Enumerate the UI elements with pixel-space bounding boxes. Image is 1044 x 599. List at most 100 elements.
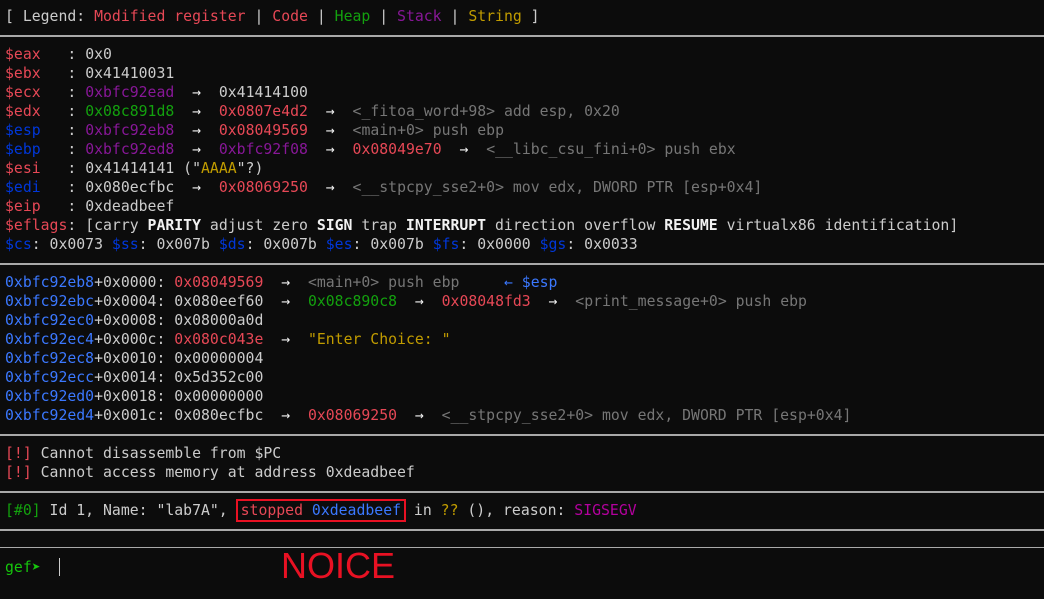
deref-arrow-icon: → bbox=[325, 103, 335, 120]
deref-arrow-icon: → bbox=[192, 141, 202, 158]
segment-value: : 0x0033 bbox=[566, 236, 638, 253]
symbol-annotation: <__stpcpy_sse2+0> mov edx, DWORD PTR [es… bbox=[441, 407, 852, 424]
stack-address: 0xbfc92ec0 bbox=[5, 312, 95, 329]
deref-arrow-icon: → bbox=[325, 122, 335, 139]
error-message: Cannot access memory at address 0xdeadbe… bbox=[31, 464, 415, 481]
legend-close: ] bbox=[521, 8, 540, 25]
deref-arrow-icon: → bbox=[281, 274, 291, 291]
segment-value: : 0x007b bbox=[245, 236, 326, 253]
register-value: 0x41414141 (" bbox=[85, 160, 201, 177]
terminal-window[interactable]: [ Legend: Modified register | Code | Hea… bbox=[0, 0, 1044, 599]
stack-row: 0xbfc92eb8+0x0000: 0x08049569 → <main+0>… bbox=[5, 273, 557, 292]
register-colon: : bbox=[40, 65, 86, 82]
legend-heap: Heap bbox=[334, 8, 371, 25]
thread-function: ?? bbox=[440, 502, 459, 519]
stack-value: 0x00000000 bbox=[174, 388, 264, 405]
thread-reason-label: (), reason: bbox=[458, 502, 575, 519]
register-ebx: $ebx : 0x41410031 bbox=[5, 64, 174, 83]
legend-modified-register: Modified register bbox=[94, 8, 246, 25]
stack-row: 0xbfc92ec0+0x0008: 0x08000a0d bbox=[5, 311, 263, 330]
register-name: $ecx bbox=[5, 84, 41, 101]
eflags-text: [carry bbox=[85, 217, 148, 234]
segment-value: : 0x007b bbox=[352, 236, 433, 253]
register-edi: $edi : 0x080ecfbc → 0x08069250 → <__stpc… bbox=[5, 178, 762, 197]
highlight-box: stopped 0xdeadbeef bbox=[235, 499, 407, 522]
segment-name: $cs bbox=[5, 236, 32, 253]
register-edx: $edx : 0x08c891d8 → 0x0807e4d2 → <_fitoa… bbox=[5, 102, 620, 121]
deref-arrow-icon: → bbox=[192, 103, 202, 120]
stack-address: 0xbfc92eb8 bbox=[5, 274, 95, 291]
stack-value: 0x08049569 bbox=[174, 274, 264, 291]
left-arrow-icon: ← bbox=[503, 274, 513, 291]
text-cursor[interactable] bbox=[59, 558, 60, 576]
section-divider bbox=[0, 491, 1044, 493]
register-name: $eip bbox=[5, 198, 41, 215]
register-eflags: $eflags: [carry PARITY adjust zero SIGN … bbox=[5, 216, 958, 235]
segment-value: : 0x007b bbox=[138, 236, 219, 253]
deref-arrow-icon: → bbox=[414, 407, 424, 424]
stack-row: 0xbfc92ed0+0x0018: 0x00000000 bbox=[5, 387, 263, 406]
stack-address: 0xbfc92ebc bbox=[5, 293, 95, 310]
stack-offset: +0x0004: bbox=[94, 293, 175, 310]
register-name: $esi bbox=[5, 160, 41, 177]
stack-row: 0xbfc92ed4+0x001c: 0x080ecfbc → 0x080692… bbox=[5, 406, 851, 425]
section-divider bbox=[0, 529, 1044, 531]
deref-arrow-icon: → bbox=[548, 293, 558, 310]
segment-name: $gs bbox=[539, 236, 567, 253]
error-tag: [!] bbox=[5, 464, 32, 481]
register-value: 0xbfc92ead bbox=[85, 84, 175, 101]
segment-name: $ds bbox=[218, 236, 246, 253]
deref-value: 0x08049569 bbox=[218, 122, 308, 139]
thread-in: in bbox=[405, 502, 441, 519]
deref-arrow-icon: → bbox=[459, 141, 469, 158]
stack-address: 0xbfc92ed0 bbox=[5, 388, 95, 405]
register-value: 0x0 bbox=[85, 46, 112, 63]
legend-sep: | bbox=[307, 8, 335, 25]
error-tag: [!] bbox=[5, 445, 32, 462]
stack-value: 0x00000004 bbox=[174, 350, 264, 367]
register-value: 0x08c891d8 bbox=[85, 103, 175, 120]
eflags-set-flag: INTERRUPT bbox=[405, 217, 487, 234]
error-line: [!] Cannot access memory at address 0xde… bbox=[5, 463, 415, 482]
thread-stopped: stopped bbox=[240, 502, 303, 519]
legend-open: [ Legend: bbox=[5, 8, 95, 25]
symbol-annotation: <_fitoa_word+98> add esp, 0x20 bbox=[352, 103, 620, 120]
register-name: $esp bbox=[5, 122, 41, 139]
deref-arrow-icon: → bbox=[281, 407, 291, 424]
stack-row: 0xbfc92ec4+0x000c: 0x080c043e → "Enter C… bbox=[5, 330, 451, 349]
stack-address: 0xbfc92ec8 bbox=[5, 350, 95, 367]
legend-line: [ Legend: Modified register | Code | Hea… bbox=[5, 7, 540, 26]
stack-address: 0xbfc92ecc bbox=[5, 369, 95, 386]
stack-offset: +0x0010: bbox=[94, 350, 175, 367]
symbol-annotation: <__stpcpy_sse2+0> mov edx, DWORD PTR [es… bbox=[352, 179, 763, 196]
register-colon: : bbox=[67, 217, 86, 234]
register-colon: : bbox=[40, 84, 86, 101]
register-esp: $esp : 0xbfc92eb8 → 0x08049569 → <main+0… bbox=[5, 121, 504, 140]
deref-arrow-icon: → bbox=[192, 179, 202, 196]
register-name: $ebx bbox=[5, 65, 41, 82]
symbol-annotation: <__libc_csu_fini+0> push ebx bbox=[486, 141, 736, 158]
deref-arrow-icon: → bbox=[192, 122, 202, 139]
segment-name: $fs bbox=[432, 236, 460, 253]
legend-string: String bbox=[468, 8, 522, 25]
legend-code: Code bbox=[272, 8, 308, 25]
register-colon: : bbox=[40, 179, 86, 196]
register-colon: : bbox=[40, 46, 86, 63]
section-divider bbox=[0, 434, 1044, 436]
deref-arrow-icon: → bbox=[325, 179, 335, 196]
thread-stop-address: 0xdeadbeef bbox=[311, 502, 402, 519]
segment-value: : 0x0073 bbox=[31, 236, 112, 253]
eflags-set-flag: SIGN bbox=[316, 217, 353, 234]
deref-value: 0xbfc92f08 bbox=[218, 141, 308, 158]
segment-registers: $cs: 0x0073 $ss: 0x007b $ds: 0x007b $es:… bbox=[5, 235, 638, 254]
legend-stack: Stack bbox=[397, 8, 442, 25]
eflags-set-flag: PARITY bbox=[147, 217, 201, 234]
thread-info: Id 1, Name: "lab7A", bbox=[40, 502, 237, 519]
register-name: $eax bbox=[5, 46, 41, 63]
register-eax: $eax : 0x0 bbox=[5, 45, 112, 64]
stack-offset: +0x001c: bbox=[94, 407, 175, 424]
register-colon: : bbox=[40, 198, 86, 215]
deref-arrow-icon: → bbox=[192, 84, 202, 101]
register-esi: $esi : 0x41414141 ("AAAA"?) bbox=[5, 159, 263, 178]
stack-address: 0xbfc92ed4 bbox=[5, 407, 95, 424]
